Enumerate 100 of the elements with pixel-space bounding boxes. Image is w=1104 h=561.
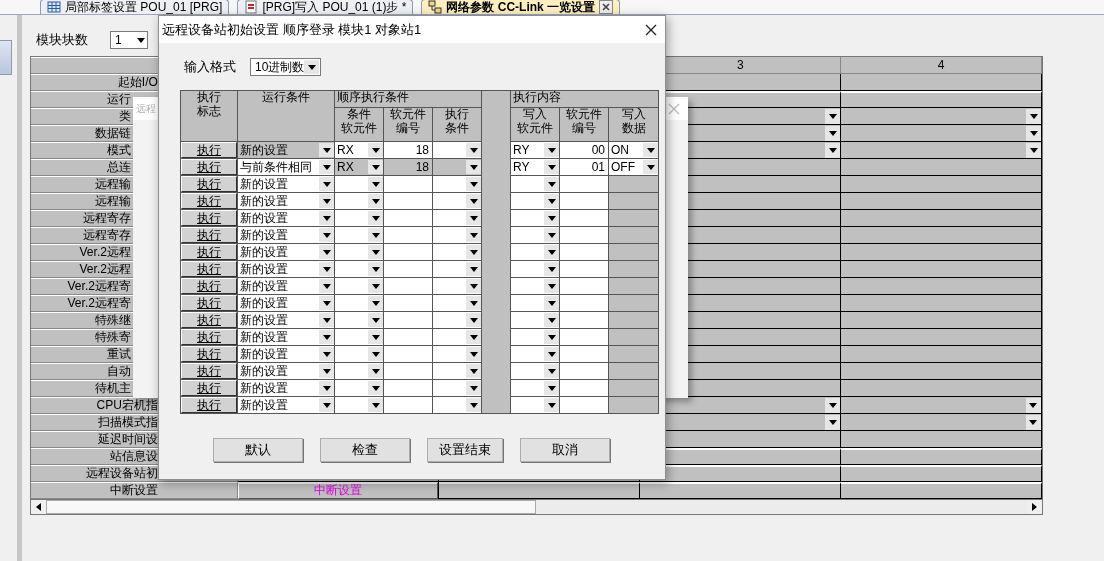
setting-cell[interactable] bbox=[841, 465, 1042, 482]
dropdown-button[interactable] bbox=[466, 262, 481, 276]
dropdown-button[interactable] bbox=[466, 330, 481, 344]
execute-button[interactable]: 执行 bbox=[181, 295, 237, 311]
dialog-button[interactable]: 设置结束 bbox=[427, 438, 503, 462]
dropdown-button[interactable] bbox=[544, 177, 559, 191]
dropdown-button[interactable] bbox=[544, 245, 559, 259]
input-format-select[interactable]: 10进制数 bbox=[250, 58, 321, 76]
execute-button[interactable]: 执行 bbox=[181, 346, 237, 362]
dropdown-button[interactable] bbox=[368, 143, 383, 157]
dropdown-button[interactable] bbox=[368, 398, 383, 412]
dropdown-cell[interactable] bbox=[841, 108, 1042, 125]
dropdown-button[interactable] bbox=[544, 194, 559, 208]
dropdown-button[interactable] bbox=[319, 211, 334, 225]
setting-cell[interactable] bbox=[640, 482, 842, 499]
execute-button[interactable]: 执行 bbox=[181, 210, 237, 226]
dropdown-button[interactable] bbox=[319, 364, 334, 378]
dropdown-button[interactable] bbox=[319, 160, 334, 174]
dropdown-button[interactable] bbox=[544, 347, 559, 361]
dropdown-button[interactable] bbox=[1026, 414, 1041, 430]
dropdown-button[interactable] bbox=[319, 245, 334, 259]
dropdown-button[interactable] bbox=[368, 177, 383, 191]
dropdown-button[interactable] bbox=[544, 381, 559, 395]
dropdown-button[interactable] bbox=[368, 330, 383, 344]
setting-cell[interactable] bbox=[841, 448, 1042, 465]
dropdown-button[interactable] bbox=[466, 347, 481, 361]
dropdown-button[interactable] bbox=[368, 245, 383, 259]
execute-button[interactable]: 执行 bbox=[181, 397, 237, 413]
dropdown-cell[interactable] bbox=[841, 142, 1042, 159]
dropdown-button[interactable] bbox=[319, 279, 334, 293]
dropdown-button[interactable] bbox=[1026, 142, 1041, 158]
dropdown-button[interactable] bbox=[466, 398, 481, 412]
dropdown-button[interactable] bbox=[319, 296, 334, 310]
dropdown-button[interactable] bbox=[466, 245, 481, 259]
dropdown-button[interactable] bbox=[319, 228, 334, 242]
dropdown-button[interactable] bbox=[368, 262, 383, 276]
execute-button[interactable]: 执行 bbox=[181, 227, 237, 243]
dropdown-cell[interactable] bbox=[841, 125, 1042, 142]
dropdown-button[interactable] bbox=[544, 313, 559, 327]
dropdown-button[interactable] bbox=[825, 414, 841, 430]
dropdown-cell[interactable] bbox=[841, 397, 1042, 414]
dropdown-button[interactable] bbox=[466, 313, 481, 327]
dropdown-button[interactable] bbox=[466, 296, 481, 310]
execute-button[interactable]: 执行 bbox=[181, 261, 237, 277]
dialog-button[interactable]: 取消 bbox=[520, 438, 610, 462]
dropdown-button[interactable] bbox=[319, 347, 334, 361]
dropdown-button[interactable] bbox=[825, 397, 841, 413]
dropdown-button[interactable] bbox=[544, 279, 559, 293]
setting-cell[interactable] bbox=[841, 91, 1042, 108]
dialog-button[interactable]: 检查 bbox=[320, 438, 410, 462]
execute-button[interactable]: 执行 bbox=[181, 278, 237, 294]
dropdown-button[interactable] bbox=[466, 211, 481, 225]
dropdown-button[interactable] bbox=[319, 313, 334, 327]
dropdown-button[interactable] bbox=[544, 296, 559, 310]
tab[interactable]: 局部标签设置 POU_01 [PRG] bbox=[40, 0, 230, 14]
dropdown-button[interactable] bbox=[319, 398, 334, 412]
dropdown-button[interactable] bbox=[1026, 108, 1041, 124]
dropdown-button[interactable] bbox=[544, 160, 559, 174]
dropdown-button[interactable] bbox=[368, 194, 383, 208]
dropdown-button[interactable] bbox=[368, 296, 383, 310]
dropdown-button[interactable] bbox=[544, 143, 559, 157]
close-icon[interactable] bbox=[599, 0, 614, 14]
dropdown-button[interactable] bbox=[544, 211, 559, 225]
dialog-button[interactable]: 默认 bbox=[213, 438, 303, 462]
dropdown-button[interactable] bbox=[368, 364, 383, 378]
dropdown-button[interactable] bbox=[319, 194, 334, 208]
execute-button[interactable]: 执行 bbox=[181, 244, 237, 260]
dropdown-button[interactable] bbox=[368, 313, 383, 327]
dropdown-button[interactable] bbox=[1026, 397, 1041, 413]
dropdown-button[interactable] bbox=[466, 177, 481, 191]
dropdown-button[interactable] bbox=[544, 398, 559, 412]
dropdown-button[interactable] bbox=[643, 143, 658, 157]
dropdown-button[interactable] bbox=[544, 262, 559, 276]
dropdown-cell[interactable] bbox=[841, 414, 1042, 431]
execute-button[interactable]: 执行 bbox=[181, 312, 237, 328]
dropdown-button[interactable] bbox=[368, 381, 383, 395]
dropdown-button[interactable] bbox=[825, 125, 841, 141]
execute-button[interactable]: 执行 bbox=[181, 176, 237, 192]
dropdown-button[interactable] bbox=[466, 381, 481, 395]
dropdown-button[interactable] bbox=[1026, 125, 1041, 141]
dropdown-button[interactable] bbox=[466, 364, 481, 378]
module-count-select[interactable]: 1 bbox=[110, 31, 148, 49]
tab[interactable]: [PRG]写入 POU_01 (1)步 * bbox=[237, 0, 414, 14]
dropdown-button[interactable] bbox=[319, 143, 334, 157]
dropdown-button[interactable] bbox=[319, 381, 334, 395]
dropdown-button[interactable] bbox=[368, 211, 383, 225]
dropdown-button[interactable] bbox=[544, 228, 559, 242]
dropdown-button[interactable] bbox=[825, 142, 841, 158]
tab[interactable]: 网络参数 CC-Link 一览设置 bbox=[421, 0, 621, 14]
dropdown-button[interactable] bbox=[466, 143, 481, 157]
dropdown-button[interactable] bbox=[466, 228, 481, 242]
dropdown-button[interactable] bbox=[319, 330, 334, 344]
dropdown-button[interactable] bbox=[544, 330, 559, 344]
scrollbar-thumb[interactable] bbox=[46, 500, 536, 514]
setting-cell[interactable] bbox=[841, 482, 1042, 499]
dropdown-button[interactable] bbox=[544, 364, 559, 378]
execute-button[interactable]: 执行 bbox=[181, 142, 237, 158]
close-icon[interactable] bbox=[645, 23, 657, 36]
dropdown-button[interactable] bbox=[466, 279, 481, 293]
execute-button[interactable]: 执行 bbox=[181, 329, 237, 345]
